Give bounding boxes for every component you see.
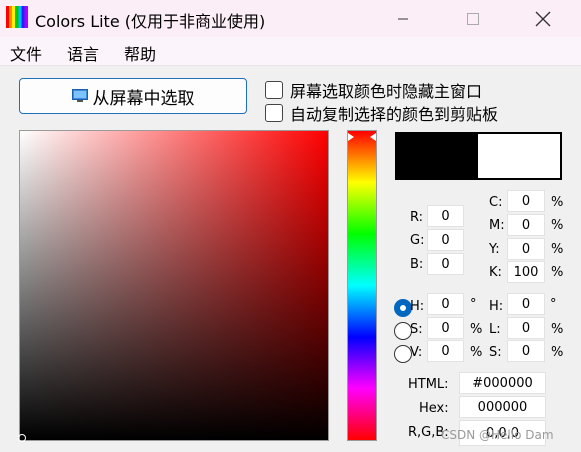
menu-bar: 文件 语言 帮助 bbox=[0, 37, 581, 66]
hsv-v-field[interactable]: 0 bbox=[427, 340, 464, 362]
auto-copy-option[interactable]: 自动复制选择的颜色到剪贴板 bbox=[265, 102, 498, 124]
watermark-text: CSDN @Hello Dam bbox=[441, 428, 554, 442]
hsv-h-label: H: bbox=[410, 299, 425, 314]
hsl-h-label: H: bbox=[489, 299, 504, 314]
close-icon bbox=[535, 11, 551, 26]
hsv-h-field[interactable]: 0 bbox=[427, 293, 464, 315]
hsv-s-label: S: bbox=[410, 322, 423, 337]
hide-window-option[interactable]: 屏幕选取颜色时隐藏主窗口 bbox=[265, 79, 482, 101]
hsv-v-label: V: bbox=[410, 345, 423, 360]
hsv-h-unit: ° bbox=[470, 297, 477, 312]
cmyk-m-label: M: bbox=[489, 218, 505, 233]
auto-copy-checkbox[interactable] bbox=[265, 104, 283, 122]
hue-slider[interactable] bbox=[347, 130, 377, 441]
hsl-h-field[interactable]: 0 bbox=[507, 293, 545, 315]
auto-copy-label: 自动复制选择的颜色到剪贴板 bbox=[290, 105, 499, 124]
cmyk-m-unit: % bbox=[551, 218, 564, 233]
rgb-g-label: G: bbox=[410, 233, 425, 248]
minimize-icon bbox=[398, 18, 408, 19]
hex-code-field[interactable]: 000000 bbox=[459, 396, 546, 418]
html-code-field[interactable]: #000000 bbox=[459, 372, 546, 394]
sv-cursor-icon bbox=[18, 434, 26, 442]
rgb-r-label: R: bbox=[410, 210, 424, 225]
window-title: Colors Lite (仅用于非商业使用) bbox=[35, 12, 266, 31]
hsl-s-label: S: bbox=[489, 345, 502, 360]
hide-window-label: 屏幕选取颜色时隐藏主窗口 bbox=[290, 82, 483, 101]
title-bar: Colors Lite (仅用于非商业使用) bbox=[0, 0, 581, 37]
pick-from-screen-label: 从屏幕中选取 bbox=[92, 88, 195, 109]
cmyk-k-label: K: bbox=[489, 265, 502, 280]
rgb-b-label: B: bbox=[410, 257, 424, 272]
rgb-b-field[interactable]: 0 bbox=[427, 253, 464, 275]
cmyk-m-field[interactable]: 0 bbox=[507, 214, 545, 236]
html-code-label: HTML: bbox=[408, 377, 449, 392]
monitor-icon bbox=[71, 89, 88, 102]
cmyk-y-field[interactable]: 0 bbox=[507, 238, 545, 260]
cmyk-c-unit: % bbox=[551, 195, 564, 210]
hsl-l-unit: % bbox=[551, 322, 564, 337]
menu-language[interactable]: 语言 bbox=[67, 41, 99, 65]
previous-color-swatch bbox=[478, 133, 561, 179]
hsl-s-unit: % bbox=[551, 345, 564, 360]
hsl-l-label: L: bbox=[489, 322, 501, 337]
hsl-l-field[interactable]: 0 bbox=[507, 317, 545, 339]
hsv-v-unit: % bbox=[470, 345, 483, 360]
cmyk-y-label: Y: bbox=[489, 242, 500, 257]
close-button[interactable] bbox=[520, 0, 566, 37]
hue-marker-icon[interactable] bbox=[348, 133, 376, 141]
minimize-button[interactable] bbox=[380, 0, 426, 37]
hex-code-label: Hex: bbox=[419, 401, 449, 416]
hide-window-checkbox[interactable] bbox=[265, 81, 283, 99]
menu-file[interactable]: 文件 bbox=[10, 41, 42, 65]
cmyk-c-label: C: bbox=[489, 195, 503, 210]
current-color-swatch bbox=[396, 133, 478, 179]
cmyk-k-unit: % bbox=[551, 265, 564, 280]
cmyk-c-field[interactable]: 0 bbox=[507, 190, 545, 212]
hsv-s-field[interactable]: 0 bbox=[427, 317, 464, 339]
saturation-value-picker[interactable] bbox=[18, 130, 329, 442]
hsl-s-field[interactable]: 0 bbox=[507, 340, 545, 362]
rgb-g-field[interactable]: 0 bbox=[427, 229, 464, 251]
cmyk-y-unit: % bbox=[551, 242, 564, 257]
hsv-s-unit: % bbox=[470, 322, 483, 337]
hsl-h-unit: ° bbox=[550, 297, 557, 312]
maximize-button[interactable] bbox=[450, 0, 496, 37]
pick-from-screen-button[interactable]: 从屏幕中选取 bbox=[19, 78, 247, 114]
rgb-r-field[interactable]: 0 bbox=[427, 205, 464, 227]
app-rainbow-icon bbox=[6, 6, 28, 28]
maximize-icon bbox=[467, 12, 479, 25]
cmyk-k-field[interactable]: 100 bbox=[507, 261, 545, 283]
menu-help[interactable]: 帮助 bbox=[124, 41, 156, 65]
